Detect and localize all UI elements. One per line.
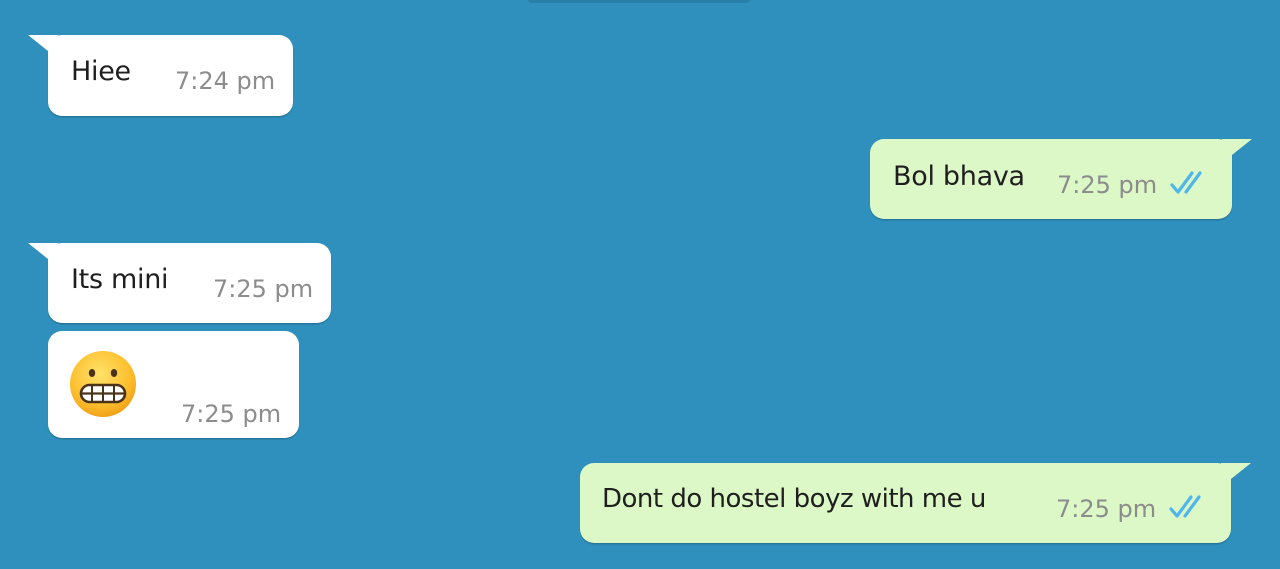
bubble-tail xyxy=(1222,139,1252,163)
message-timestamp: 7:25 pm xyxy=(1056,495,1157,523)
message-timestamp: 7:25 pm xyxy=(1057,171,1158,199)
message-bubble-incoming[interactable]: Hiee 7:24 pm xyxy=(28,35,293,116)
message-text: Bol bhava xyxy=(893,161,1025,192)
double-check-icon xyxy=(1170,171,1202,194)
bubble-tail xyxy=(28,243,58,267)
top-edge-indicator xyxy=(528,0,750,3)
message-timestamp: 7:24 pm xyxy=(175,67,276,95)
message-text: Dont do hostel boyz with me u xyxy=(602,484,986,514)
double-check-icon xyxy=(1169,495,1201,518)
message-text: Hiee xyxy=(71,56,131,87)
bubble-tail xyxy=(28,35,58,59)
message-timestamp: 7:25 pm xyxy=(181,400,282,428)
message-bubble-outgoing[interactable]: Bol bhava 7:25 pm xyxy=(870,139,1252,219)
message-timestamp: 7:25 pm xyxy=(213,275,314,303)
message-bubble-incoming[interactable]: 7:25 pm xyxy=(48,331,299,438)
message-bubble-incoming[interactable]: Its mini 7:25 pm xyxy=(28,243,331,323)
message-bubble-outgoing[interactable]: Dont do hostel boyz with me u 7:25 pm xyxy=(580,463,1251,543)
bubble-tail xyxy=(1221,463,1251,487)
message-text: Its mini xyxy=(71,264,169,295)
grimacing-face-icon xyxy=(70,351,136,417)
